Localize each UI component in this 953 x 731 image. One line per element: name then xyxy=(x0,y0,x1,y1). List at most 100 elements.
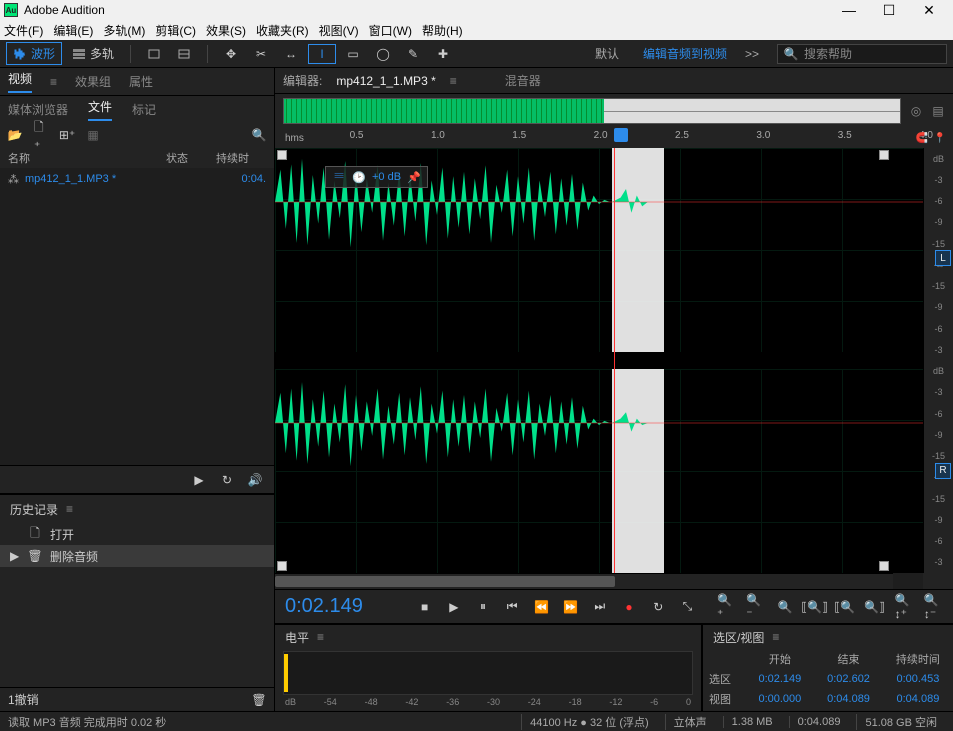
waveform-editor[interactable]: 𝄘 🕑 +0 dB 📌 xyxy=(275,148,953,573)
stop-button[interactable]: ■ xyxy=(415,597,434,617)
view-options-icon[interactable]: ▤ xyxy=(931,104,945,118)
pause-button[interactable]: ⏸ xyxy=(473,597,492,617)
search-files-icon[interactable]: 🔍 xyxy=(252,128,266,142)
tool-brush[interactable]: ✎ xyxy=(400,45,426,63)
new-multitrack-icon[interactable]: ⊞⁺ xyxy=(60,128,74,142)
sel-start[interactable]: 0:02.149 xyxy=(746,669,815,689)
tool-spectral-button[interactable] xyxy=(141,45,167,63)
view-start[interactable]: 0:00.000 xyxy=(746,689,815,709)
time-display[interactable]: 0:02.149 xyxy=(285,595,395,618)
tool-slip[interactable]: ↔ xyxy=(278,45,304,63)
horizontal-scrollbar[interactable] xyxy=(275,573,893,589)
new-file-icon[interactable]: 🗋⁺ xyxy=(34,128,48,142)
play-button[interactable]: ▶ xyxy=(444,597,463,617)
zoom-selection-button[interactable]: ⟦🔍⟧ xyxy=(805,597,825,617)
menu-edit[interactable]: 编辑(E) xyxy=(53,22,93,39)
panel-menu-icon[interactable]: ≡ xyxy=(772,630,779,644)
tab-properties[interactable]: 属性 xyxy=(129,73,153,90)
help-search[interactable]: 🔍 搜索帮助 xyxy=(777,44,947,64)
waveform-view-button[interactable]: 波形 xyxy=(6,42,62,65)
tab-effects-rack[interactable]: 效果组 xyxy=(75,73,111,90)
pin-hud-icon[interactable]: 📌 xyxy=(407,170,421,184)
menu-multitrack[interactable]: 多轨(M) xyxy=(103,22,145,39)
play-preview-icon[interactable]: ▶ xyxy=(192,473,206,487)
sel-dur[interactable]: 0:00.453 xyxy=(883,669,953,689)
zoom-out-point-button[interactable]: 🔍⟧ xyxy=(865,597,885,617)
tab-files[interactable]: 文件 xyxy=(88,98,112,121)
zoom-navigator-icon[interactable]: ◎ xyxy=(909,104,923,118)
forward-button[interactable]: ⏩ xyxy=(561,597,580,617)
history-item-open[interactable]: 🗋 打开 xyxy=(0,523,274,545)
waveform-left-channel[interactable]: 𝄘 🕑 +0 dB 📌 xyxy=(275,148,923,352)
tool-pitch-button[interactable] xyxy=(171,45,197,63)
workspace-more[interactable]: >> xyxy=(745,47,759,61)
panel-menu-icon[interactable]: ≡ xyxy=(317,630,324,644)
open-file-icon[interactable]: 📂 xyxy=(8,128,22,142)
ruler-tick: 3.0 xyxy=(756,130,770,141)
tool-move[interactable]: ✥ xyxy=(218,45,244,63)
col-status[interactable]: 状态 xyxy=(166,150,216,166)
menu-effects[interactable]: 效果(S) xyxy=(206,22,246,39)
playhead-handle[interactable] xyxy=(614,128,628,142)
pin-icon[interactable]: 📍 xyxy=(933,131,947,145)
sel-end[interactable]: 0:02.602 xyxy=(814,669,883,689)
view-dur[interactable]: 0:04.089 xyxy=(883,689,953,709)
tool-razor[interactable]: ✂ xyxy=(248,45,274,63)
file-row[interactable]: ⁂ mp412_1_1.MP3 * 0:04. xyxy=(0,168,274,190)
snap-icon[interactable]: 🧲 xyxy=(915,131,929,145)
col-name[interactable]: 名称 xyxy=(8,150,166,166)
view-end[interactable]: 0:04.089 xyxy=(814,689,883,709)
history-item-delete[interactable]: ▶ 🗑 删除音频 xyxy=(0,545,274,567)
go-to-end-button[interactable]: ⏭ xyxy=(590,597,609,617)
tab-mixer[interactable]: 混音器 xyxy=(505,72,541,89)
tool-time-select[interactable]: I xyxy=(308,44,336,64)
tool-lasso[interactable]: ◯ xyxy=(370,45,396,63)
hud-gain[interactable]: +0 dB xyxy=(372,171,401,183)
maximize-button[interactable]: ☐ xyxy=(869,2,909,19)
overview-waveform[interactable] xyxy=(283,98,901,124)
go-to-start-button[interactable]: ⏮ xyxy=(503,597,522,617)
level-meter[interactable] xyxy=(283,651,693,695)
editor-filename[interactable]: mp412_1_1.MP3 * xyxy=(336,74,435,88)
skip-selection-button[interactable]: ⤡ xyxy=(678,597,697,617)
waveform-right-channel[interactable] xyxy=(275,369,923,573)
menu-clip[interactable]: 剪辑(C) xyxy=(155,22,196,39)
tab-menu-icon[interactable]: ≡ xyxy=(50,75,57,89)
insert-into-multitrack-icon[interactable]: ▦ xyxy=(86,128,100,142)
workspace-edit-audio-video[interactable]: 编辑音频到视频 xyxy=(643,45,727,62)
hud-overlay[interactable]: 𝄘 🕑 +0 dB 📌 xyxy=(325,166,428,188)
menu-favorites[interactable]: 收藏夹(R) xyxy=(256,22,309,39)
zoom-in-point-button[interactable]: ⟦🔍 xyxy=(835,597,855,617)
scroll-thumb[interactable] xyxy=(275,576,615,587)
tool-marquee[interactable]: ▭ xyxy=(340,45,366,63)
record-button[interactable]: ● xyxy=(619,597,638,617)
menu-view[interactable]: 视图(V) xyxy=(319,22,359,39)
editor-tab-menu-icon[interactable]: ≡ xyxy=(450,74,457,88)
menu-window[interactable]: 窗口(W) xyxy=(369,22,412,39)
time-ruler[interactable]: hms 0.5 1.0 1.5 2.0 2.5 3.0 3.5 4.0 🧲 📍 xyxy=(275,128,953,148)
autoplay-icon[interactable]: 🔊 xyxy=(248,473,262,487)
loop-preview-icon[interactable]: ↻ xyxy=(220,473,234,487)
tab-media-browser[interactable]: 媒体浏览器 xyxy=(8,101,68,118)
channel-label-right[interactable]: R xyxy=(935,463,951,479)
zoom-in-time-button[interactable]: 🔍⁺ xyxy=(717,597,736,617)
zoom-full-button[interactable]: 🔍 xyxy=(775,597,794,617)
workspace-default[interactable]: 默认 xyxy=(595,45,619,62)
menu-help[interactable]: 帮助(H) xyxy=(422,22,463,39)
zoom-out-time-button[interactable]: 🔍⁻ xyxy=(746,597,765,617)
tab-video[interactable]: 视频 xyxy=(8,70,32,93)
minimize-button[interactable]: — xyxy=(829,2,869,18)
zoom-in-amp-button[interactable]: 🔍↕⁺ xyxy=(895,597,914,617)
loop-button[interactable]: ↻ xyxy=(649,597,668,617)
zoom-out-amp-button[interactable]: 🔍↕⁻ xyxy=(924,597,943,617)
multitrack-view-button[interactable]: 多轨 xyxy=(66,43,120,64)
trash-icon[interactable]: 🗑 xyxy=(252,693,266,707)
menu-file[interactable]: 文件(F) xyxy=(4,22,43,39)
tool-heal[interactable]: ✚ xyxy=(430,45,456,63)
tab-markers[interactable]: 标记 xyxy=(132,101,156,118)
close-button[interactable]: ✕ xyxy=(909,2,949,19)
channel-label-left[interactable]: L xyxy=(935,250,951,266)
panel-menu-icon[interactable]: ≡ xyxy=(66,502,73,516)
rewind-button[interactable]: ⏪ xyxy=(532,597,551,617)
col-duration[interactable]: 持续时 xyxy=(216,150,266,166)
